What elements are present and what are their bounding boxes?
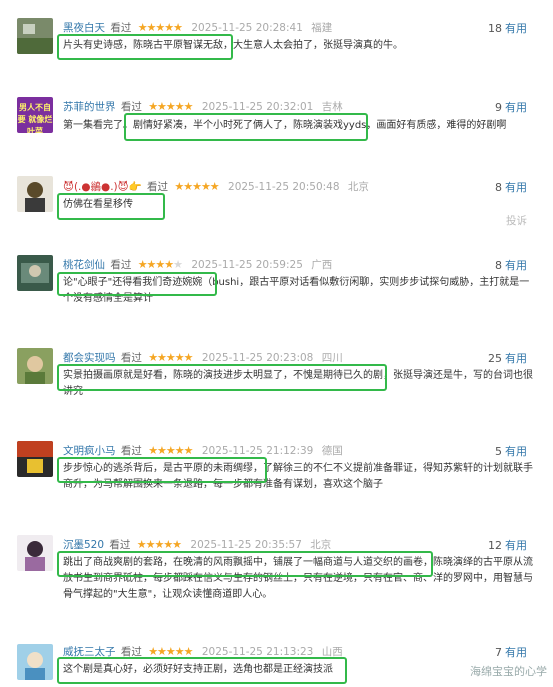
review-text: 这个剧是真心好，必须好好支持正剧，选角也都是正经演技派 xyxy=(63,664,333,675)
rating-stars: ★★★★★ xyxy=(136,538,182,551)
review-text: 第一集看完了。剧情好紧凑，半个小时死了俩人了，陈晓演装戏yyds，画面好有质感，… xyxy=(63,120,507,131)
useful-button[interactable]: 5 有用 xyxy=(495,443,527,459)
review-time: 2025-11-25 21:13:23 xyxy=(201,646,314,658)
review-location: 广西 xyxy=(311,259,333,271)
useful-label: 有用 xyxy=(505,181,527,194)
review-text: 实景拍摄画原就是好看，陈晓的演技进步太明显了，不愧是期待已久的剧，张挺导演还是牛… xyxy=(63,370,533,397)
review-time: 2025-11-25 20:32:01 xyxy=(201,101,314,113)
username-link[interactable]: 黑夜白天 xyxy=(63,22,105,34)
useful-count: 8 xyxy=(495,181,502,194)
username-link[interactable]: 都会实现吗 xyxy=(63,352,116,364)
rating-stars: ★★★★★ xyxy=(148,351,193,364)
rating-stars: ★★★★★ xyxy=(148,645,193,658)
review-time: 2025-11-25 20:23:08 xyxy=(201,352,314,364)
useful-label: 有用 xyxy=(505,352,527,365)
watched-label: 看过 xyxy=(147,181,169,193)
username-link[interactable]: 😈(.●鶲●.)😈👉 xyxy=(63,181,142,193)
useful-count: 9 xyxy=(495,101,502,114)
review-text: 步步惊心的逃杀背后，是古平原的未雨绸缪，了解徐三的不仁不义提前准备罪证，得知苏紫… xyxy=(63,463,533,490)
useful-count: 5 xyxy=(495,445,502,458)
review-time: 2025-11-25 20:59:25 xyxy=(191,259,303,271)
useful-count: 12 xyxy=(488,539,502,552)
rating-stars: ★★★★★ xyxy=(137,258,183,271)
useful-count: 7 xyxy=(495,646,502,659)
username-link[interactable]: 桃花剑仙 xyxy=(63,259,105,271)
username-link[interactable]: 威抚三太子 xyxy=(63,646,116,658)
review-time: 2025-11-25 20:28:41 xyxy=(191,22,303,34)
useful-label: 有用 xyxy=(505,22,527,35)
watched-label: 看过 xyxy=(120,101,142,113)
watermark-text: 海绵宝宝的心学 xyxy=(470,665,547,678)
review-location: 四川 xyxy=(321,352,343,364)
user-avatar[interactable] xyxy=(17,441,53,477)
useful-label: 有用 xyxy=(505,259,527,272)
useful-button[interactable]: 8 有用 xyxy=(495,257,527,273)
watched-label: 看过 xyxy=(120,445,142,457)
useful-button[interactable]: 18 有用 xyxy=(488,20,527,36)
watched-label: 看过 xyxy=(110,22,132,34)
username-link[interactable]: 苏菲的世界 xyxy=(63,101,116,113)
username-link[interactable]: 文明疯小马 xyxy=(63,445,116,457)
user-avatar[interactable] xyxy=(17,176,53,212)
user-avatar[interactable] xyxy=(17,644,53,680)
useful-label: 有用 xyxy=(505,445,527,458)
review-location: 德国 xyxy=(321,445,343,457)
username-link[interactable]: 沉墨520 xyxy=(63,539,104,551)
review-location: 北京 xyxy=(347,181,369,193)
useful-button[interactable]: 9 有用 xyxy=(495,99,527,115)
review-text: 仿佛在看星移传 xyxy=(63,199,133,210)
watched-label: 看过 xyxy=(109,539,131,551)
user-avatar[interactable] xyxy=(17,255,53,291)
review-time: 2025-11-25 21:12:39 xyxy=(201,445,314,457)
watched-label: 看过 xyxy=(110,259,132,271)
useful-label: 有用 xyxy=(505,646,527,659)
rating-stars: ★★★★★ xyxy=(137,21,183,34)
useful-button[interactable]: 8 有用 xyxy=(495,179,527,195)
useful-label: 有用 xyxy=(505,101,527,114)
avatar-text: 男人不自要 就像烂叶菜 xyxy=(17,103,53,133)
rating-stars: ★★★★★ xyxy=(148,444,193,457)
useful-label: 有用 xyxy=(505,539,527,552)
rating-stars: ★★★★★ xyxy=(174,180,219,193)
rating-stars: ★★★★★ xyxy=(148,100,193,113)
review-location: 北京 xyxy=(310,539,332,551)
review-location: 吉林 xyxy=(321,101,343,113)
review-location: 山西 xyxy=(321,646,343,658)
user-avatar[interactable] xyxy=(17,18,53,54)
user-avatar[interactable] xyxy=(17,535,53,571)
useful-count: 25 xyxy=(488,352,502,365)
useful-button[interactable]: 7 有用 xyxy=(495,644,527,660)
review-text: 跳出了商战爽剧的套路，在晚清的风雨飘摇中，铺展了一幅商道与人道交织的画卷，陈晓演… xyxy=(63,557,533,600)
watched-label: 看过 xyxy=(120,352,142,364)
user-avatar[interactable] xyxy=(17,348,53,384)
useful-button[interactable]: 12 有用 xyxy=(488,537,527,553)
useful-count: 8 xyxy=(495,259,502,272)
review-location: 福建 xyxy=(311,22,333,34)
user-avatar[interactable]: 男人不自要 就像烂叶菜 xyxy=(17,97,53,133)
useful-button[interactable]: 25 有用 xyxy=(488,350,527,366)
watched-label: 看过 xyxy=(120,646,142,658)
review-text: 片头有史诗感，陈晓古平原智谋无敌，大生意人太会拍了，张挺导演真的牛。 xyxy=(63,40,403,51)
report-link[interactable]: 投诉 xyxy=(506,213,527,228)
review-text: 论"心眼子"还得看我们奇迹婉婉（bushi，跟古平原对话看似敷衍闲聊，实则步步试… xyxy=(63,277,530,304)
useful-count: 18 xyxy=(488,22,502,35)
review-time: 2025-11-25 20:50:48 xyxy=(228,181,340,193)
review-time: 2025-11-25 20:35:57 xyxy=(190,539,302,551)
